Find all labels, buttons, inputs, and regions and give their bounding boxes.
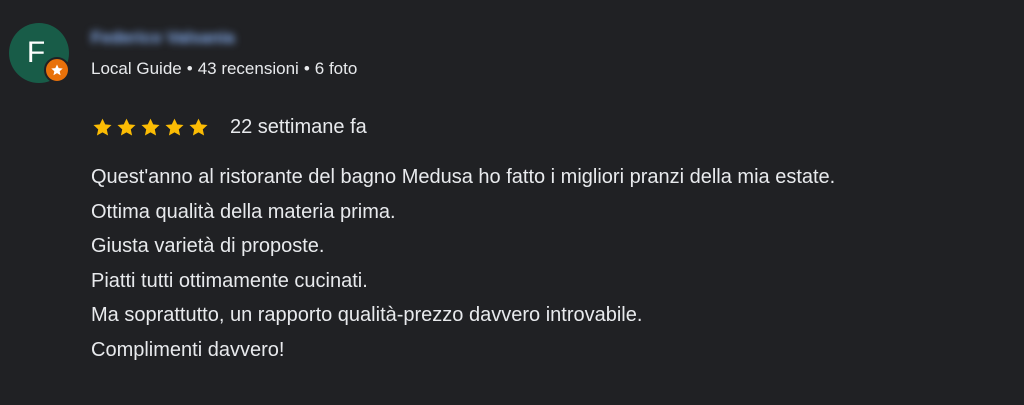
rating-row: 22 settimane fa [92,114,367,140]
star-rating [92,117,209,138]
review-time: 22 settimane fa [230,115,367,138]
meta-separator: • [186,59,193,78]
review-text-line: Complimenti davvero! [91,338,285,361]
star-icon [189,118,208,136]
star-icon [117,118,136,136]
review-count: 43 recensioni [197,59,299,78]
local-guide-badge [44,57,70,83]
photo-count: 6 foto [314,59,358,78]
star-icon [141,118,160,136]
star-icon [165,118,184,136]
review-text-line: Ma soprattutto, un rapporto qualità-prez… [91,304,643,326]
star-icon [51,64,63,76]
reviewer-name[interactable]: Federico Valsania [91,28,235,48]
star-icon [93,118,112,136]
meta-separator: • [303,59,310,78]
local-guide-label: Local Guide [91,59,182,78]
review-text-line: Quest'anno al ristorante del bagno Medus… [91,166,836,188]
review-text-line: Ottima qualità della materia prima. [91,200,396,223]
review-text: Quest'anno al ristorante del bagno Medus… [91,160,1021,367]
review-text-line: Piatti tutti ottimamente cucinati. [91,269,368,292]
reviewer-meta: Local Guide • 43 recensioni • 6 foto [91,59,357,79]
review-text-line: Giusta varietà di proposte. [91,235,325,257]
avatar-initial: F [26,36,46,69]
review-card: F Federico Valsania Local Guide • 43 recen… [0,0,1024,405]
